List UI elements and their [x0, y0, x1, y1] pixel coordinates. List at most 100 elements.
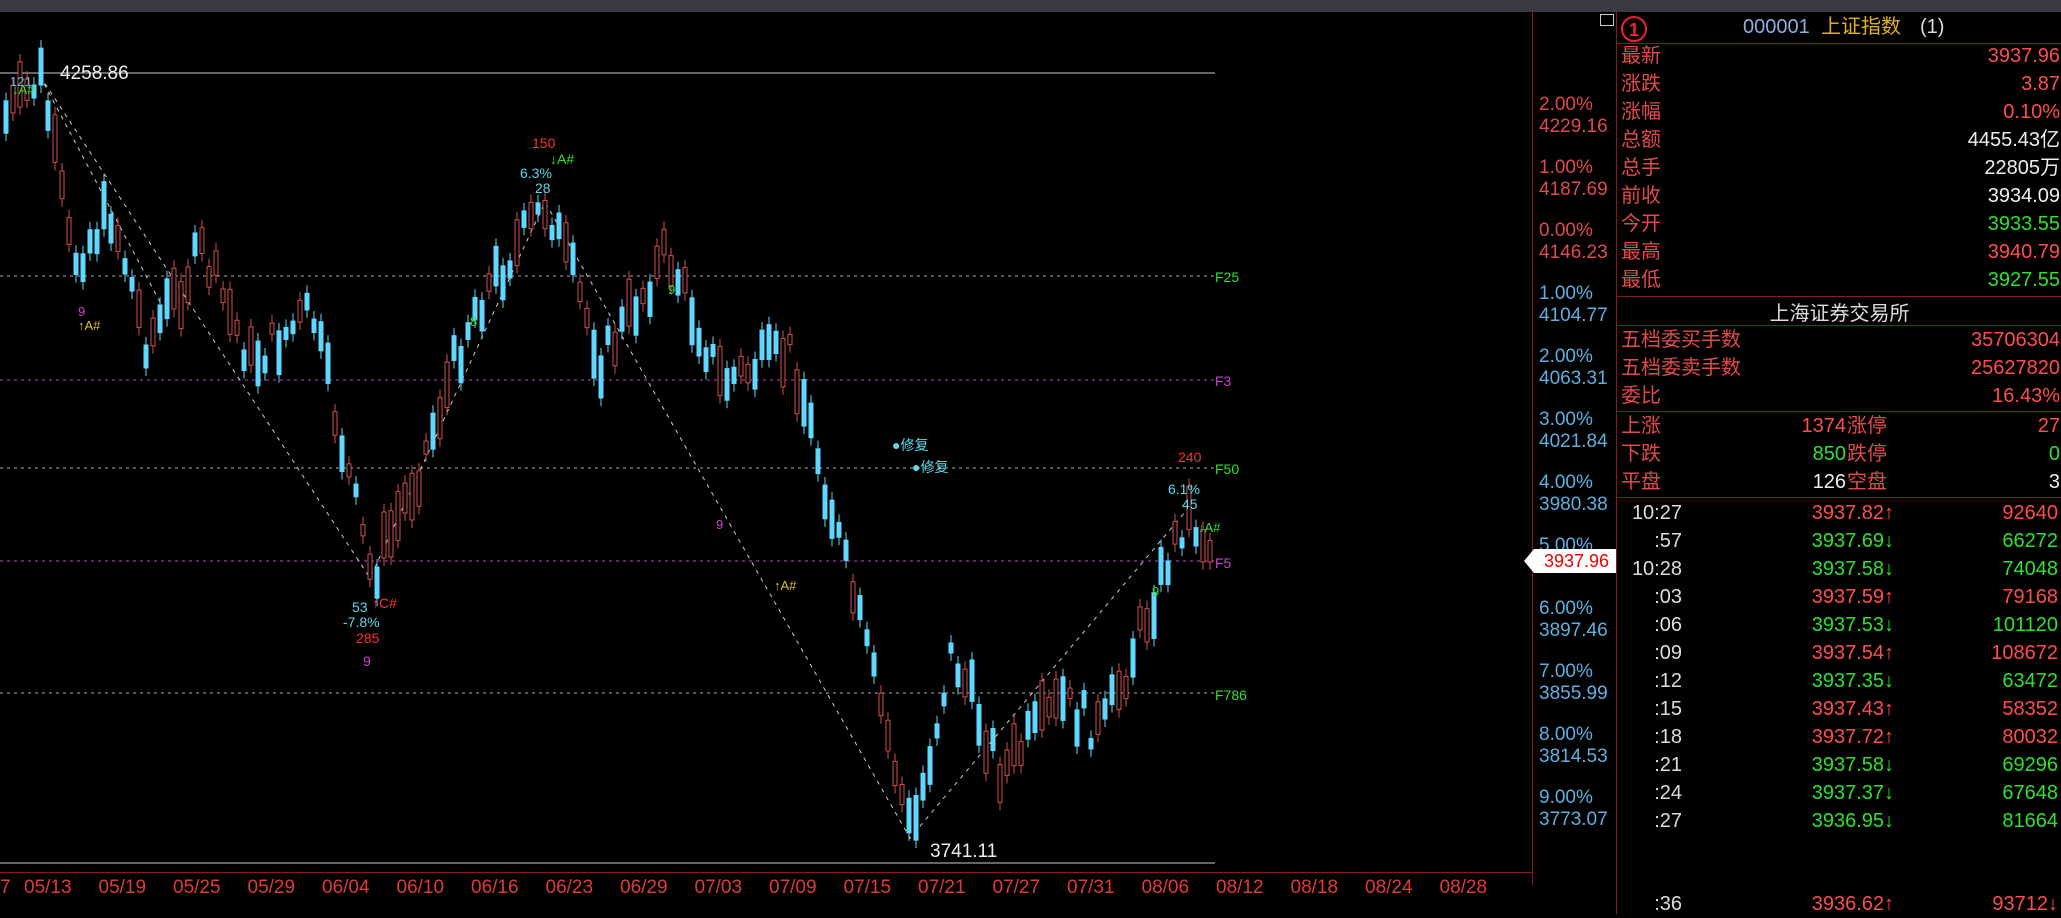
tick-volume: 81664 — [2002, 810, 2058, 832]
tick-price: 3937.43↑ — [1811, 698, 1894, 720]
order-ratio: 委比 16.43% — [1621, 385, 2060, 407]
tick-row: :21 3937.58↓ 69296 — [1617, 751, 2061, 779]
candle-body — [395, 491, 401, 541]
candle-body — [164, 278, 170, 320]
tick-price: 3937.69↓ — [1811, 530, 1894, 552]
candle-body — [773, 330, 779, 354]
candle-body — [822, 484, 828, 520]
scale-pct-8: 6.00% — [1539, 598, 1593, 619]
candle-body — [241, 349, 247, 372]
label-9-left: 9 — [78, 304, 85, 319]
candle-body — [1053, 678, 1059, 719]
candle-body — [486, 273, 492, 292]
candle-body — [850, 581, 856, 614]
label-c1: ↑C# — [372, 595, 397, 611]
candle-body — [535, 202, 541, 215]
scale-price-10: 3814.53 — [1539, 746, 1608, 767]
label-9-low: 9 — [363, 653, 371, 669]
scale-price-8: 3897.46 — [1539, 620, 1608, 641]
scale-pct-6: 4.00% — [1539, 472, 1593, 493]
candle-body — [423, 440, 429, 455]
candle-body — [948, 642, 954, 654]
candle-body — [752, 358, 758, 390]
candle-body — [1067, 687, 1073, 700]
candle-body — [311, 318, 317, 334]
tick-time: :03 — [1654, 586, 1682, 608]
scale-price-3: 4104.77 — [1539, 305, 1608, 326]
tick-row: :06 3937.53↓ 101120 — [1617, 611, 2061, 639]
candle-body — [332, 411, 338, 436]
candle-body — [437, 396, 443, 440]
candle-body — [647, 281, 653, 317]
candle-body — [633, 296, 639, 336]
candle-body — [913, 795, 919, 841]
window-icon[interactable] — [1600, 14, 1614, 26]
stock-name[interactable]: 上证指数 — [1821, 12, 1901, 42]
date-tick: 07/31 — [1067, 877, 1115, 898]
scale-price-6: 3980.38 — [1539, 494, 1608, 515]
candle-body — [1165, 560, 1171, 586]
candle-body — [409, 472, 415, 521]
scale-price-11: 3773.07 — [1539, 809, 1608, 830]
candle-body — [192, 232, 198, 257]
candle-body — [129, 276, 135, 292]
date-tick: 08/12 — [1216, 877, 1264, 898]
label-a2: ↑A# — [774, 578, 797, 593]
date-tick: 05/25 — [173, 877, 221, 898]
kline-chart-svg[interactable]: F25 F3 F50 F5 F786 4258.86 3741.11 121 ↓… — [0, 12, 1532, 872]
candle-body — [1158, 546, 1164, 585]
order-buy: 五档委买手数 35706304 — [1621, 329, 2060, 351]
scale-price-1: 4187.69 — [1539, 179, 1608, 200]
badge-icon[interactable]: 1 — [1621, 16, 1647, 42]
candle-body — [920, 772, 926, 801]
candle-body — [829, 499, 835, 539]
tick-row: :15 3937.43↑ 58352 — [1617, 695, 2061, 723]
kline-chart[interactable]: F25 F3 F50 F5 F786 4258.86 3741.11 121 ↓… — [0, 12, 1532, 885]
quote-open: 今开 3933.55 — [1621, 213, 2060, 235]
tick-row: :09 3937.54↑ 108672 — [1617, 639, 2061, 667]
label-a-right: ↓A# — [1198, 520, 1221, 535]
fib-label-f5: F5 — [1215, 555, 1232, 571]
candle-body — [843, 539, 849, 561]
candle-body — [199, 227, 205, 254]
tick-row: :27 3936.95↓ 81664 — [1617, 807, 2061, 835]
candle-body — [689, 297, 695, 346]
tick-row: :57 3937.69↓ 66272 — [1617, 527, 2061, 555]
candle-body — [969, 659, 975, 702]
date-tick: 07/03 — [694, 877, 743, 898]
candle-body — [1074, 709, 1080, 747]
candle-body — [780, 337, 786, 388]
quote-pct: 涨幅 0.10% — [1621, 101, 2060, 123]
label-repair-2: ●修复 — [912, 459, 948, 475]
tick-time: :18 — [1654, 726, 1682, 748]
candle-body — [514, 219, 520, 267]
candle-body — [1032, 701, 1038, 734]
date-tick: 08/06 — [1141, 877, 1190, 898]
candle-body — [276, 330, 282, 376]
candle-body — [682, 267, 688, 294]
high-price-label: 4258.86 — [60, 63, 129, 84]
label-240: 240 — [1178, 449, 1202, 465]
candle-body — [59, 170, 65, 200]
candle-body — [717, 346, 723, 397]
label-9-down: 9 — [716, 517, 723, 532]
tick-price: 3937.58↓ — [1811, 558, 1894, 580]
candle-body — [710, 343, 716, 357]
candle-body — [570, 242, 576, 276]
breadth-up: 上涨 1374 涨停 27 — [1621, 415, 2060, 437]
candle-body — [479, 299, 485, 332]
candle-body — [556, 212, 562, 240]
candle-body — [1151, 592, 1157, 639]
candle-body — [983, 730, 989, 774]
candle-body — [66, 217, 72, 245]
label-53: 53 — [352, 599, 368, 615]
candle-body — [185, 266, 191, 304]
tick-row: 10:28 3937.58↓ 74048 — [1617, 555, 2061, 583]
candle-body — [1039, 680, 1045, 731]
fib-label-f786: F786 — [1215, 687, 1247, 703]
breadth-down: 下跌 850 跌停 0 — [1621, 443, 2060, 465]
candle-body — [290, 320, 296, 335]
candle-body — [1102, 698, 1108, 720]
candle-body — [626, 278, 632, 327]
scale-price-0: 4229.16 — [1539, 116, 1608, 137]
